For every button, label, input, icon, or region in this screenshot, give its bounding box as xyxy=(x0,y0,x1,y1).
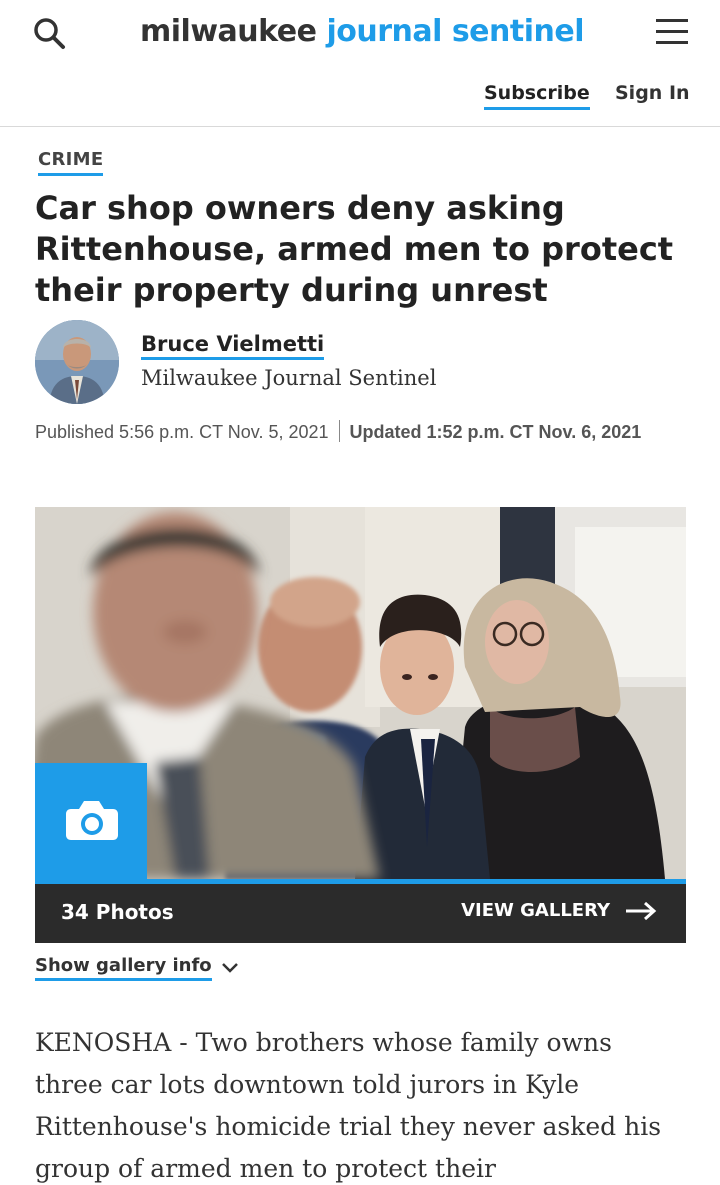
sign-in-link[interactable]: Sign In xyxy=(615,82,690,104)
logo-part-1: milwaukee xyxy=(140,14,317,49)
camera-icon xyxy=(66,801,118,840)
gallery-camera-tile[interactable] xyxy=(35,763,147,879)
photo-gallery[interactable]: 34 Photos VIEW GALLERY xyxy=(35,507,686,943)
search-button[interactable] xyxy=(30,14,70,54)
article-body: KENOSHA - Two brothers whose family owns… xyxy=(35,1028,662,1183)
menu-icon xyxy=(652,19,692,44)
view-gallery-button[interactable]: VIEW GALLERY xyxy=(461,900,658,921)
menu-button[interactable] xyxy=(652,14,692,50)
site-header: milwaukee journal sentinel Subscribe Sig… xyxy=(0,0,720,127)
author-avatar[interactable] xyxy=(35,320,119,404)
article-headline: Car shop owners deny asking Rittenhouse,… xyxy=(35,189,674,309)
show-gallery-info-label: Show gallery info xyxy=(35,955,212,981)
view-gallery-label: VIEW GALLERY xyxy=(461,900,610,921)
show-gallery-info-button[interactable]: Show gallery info xyxy=(35,955,240,981)
author-name[interactable]: Bruce Vielmetti xyxy=(141,332,325,360)
subscribe-link[interactable]: Subscribe xyxy=(484,82,590,110)
date-line: Published 5:56 p.m. CT Nov. 5, 2021 Updat… xyxy=(35,419,685,446)
chevron-down-icon xyxy=(221,963,238,973)
date-separator xyxy=(338,420,340,442)
logo-part-2: journal sentinel xyxy=(326,14,584,49)
published-date: Published 5:56 p.m. CT Nov. 5, 2021 xyxy=(35,422,329,442)
arrow-right-icon xyxy=(626,901,657,920)
gallery-bar[interactable]: 34 Photos VIEW GALLERY xyxy=(35,879,686,943)
photo-count: 34 Photos xyxy=(61,900,174,924)
updated-date: Updated 1:52 p.m. CT Nov. 6, 2021 xyxy=(349,422,642,442)
site-logo[interactable]: milwaukee journal sentinel xyxy=(140,10,584,54)
search-icon xyxy=(34,18,65,49)
byline: Bruce Vielmetti Milwaukee Journal Sentin… xyxy=(35,320,685,406)
author-outlet: Milwaukee Journal Sentinel xyxy=(141,366,437,390)
section-tag[interactable]: CRIME xyxy=(38,149,104,176)
